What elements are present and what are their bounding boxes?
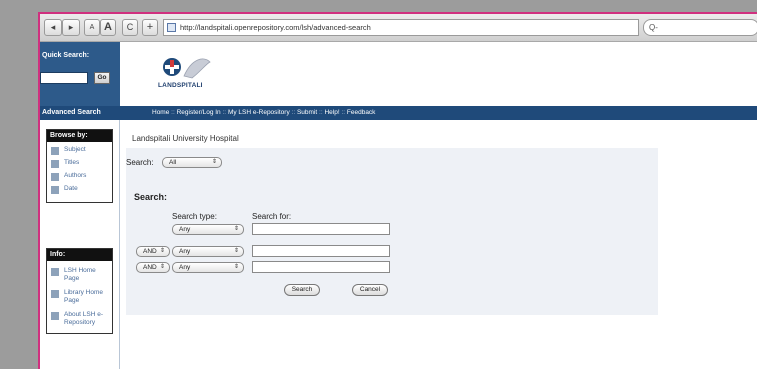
search-type-value: Any bbox=[179, 226, 191, 233]
bullet-icon bbox=[51, 268, 59, 276]
search-for-input-1[interactable] bbox=[252, 223, 390, 235]
bullet-icon bbox=[51, 147, 59, 155]
forward-button[interactable]: ▸ bbox=[62, 19, 80, 36]
favicon-icon bbox=[167, 23, 176, 32]
search-button[interactable]: Search bbox=[284, 284, 320, 296]
browse-title: Browse by: bbox=[47, 130, 112, 142]
nav-item-my-repository[interactable]: My LSH e-Repository bbox=[228, 109, 290, 116]
sidebar-item-authors[interactable]: Authors bbox=[51, 172, 110, 181]
nav-item-help[interactable]: Help! bbox=[324, 109, 339, 116]
operator-value: AND bbox=[143, 264, 157, 271]
sidebar-item-about[interactable]: About LSH e-Repository bbox=[51, 311, 110, 327]
chevron-updown-icon: ⇕ bbox=[159, 248, 165, 254]
quick-search-go-button[interactable]: Go bbox=[94, 72, 110, 84]
nav-separator: :: bbox=[222, 109, 227, 116]
quick-search-input[interactable] bbox=[40, 72, 88, 84]
sidebar-item-date[interactable]: Date bbox=[51, 185, 110, 194]
bullet-icon bbox=[51, 160, 59, 168]
search-type-select-1[interactable]: Any ⇕ bbox=[172, 224, 244, 235]
chevron-updown-icon: ⇕ bbox=[159, 264, 165, 270]
chevron-updown-icon: ⇕ bbox=[233, 226, 239, 232]
sidebar-item-label: Titles bbox=[64, 159, 80, 166]
back-button[interactable]: ◂ bbox=[44, 19, 62, 36]
search-for-input-3[interactable] bbox=[252, 261, 390, 273]
search-type-header: Search type: bbox=[172, 212, 217, 221]
browser-window: ◂ ▸ A A C + http://landspitali.openrepos… bbox=[38, 12, 757, 369]
sidebar-item-label: About LSH e-Repository bbox=[64, 311, 104, 326]
sidebar-item-label: Subject bbox=[64, 146, 86, 153]
nav-item-home[interactable]: Home bbox=[152, 109, 169, 116]
sidebar-item-subject[interactable]: Subject bbox=[51, 146, 110, 155]
nav-separator: :: bbox=[341, 109, 346, 116]
info-title: Info: bbox=[47, 249, 112, 261]
sidebar: Browse by: Subject Titles Authors Date I… bbox=[40, 120, 120, 369]
main-nav: Home :: Register/Log In :: My LSH e-Repo… bbox=[120, 106, 757, 120]
sidebar-item-titles[interactable]: Titles bbox=[51, 159, 110, 168]
sidebar-item-lsh-home[interactable]: LSH Home Page bbox=[51, 267, 110, 283]
sidebar-item-label: Library Home Page bbox=[64, 289, 104, 304]
advanced-search-panel: Search: All ⇕ Search: Search type: Searc… bbox=[126, 148, 658, 315]
chevron-updown-icon: ⇕ bbox=[233, 264, 239, 270]
boolean-operator-select-2[interactable]: AND ⇕ bbox=[136, 246, 170, 257]
nav-separator: :: bbox=[291, 109, 296, 116]
browser-toolbar: ◂ ▸ A A C + http://landspitali.openrepos… bbox=[40, 14, 757, 42]
bullet-icon bbox=[51, 290, 59, 298]
address-bar[interactable]: http://landspitali.openrepository.com/ls… bbox=[163, 19, 639, 36]
logo-text: LANDSPITALI bbox=[158, 82, 203, 89]
search-for-input-2[interactable] bbox=[252, 245, 390, 257]
site-header: LANDSPITALI bbox=[120, 42, 757, 106]
quick-search-panel: Quick Search: Go bbox=[40, 42, 120, 106]
landspitali-logo[interactable]: LANDSPITALI bbox=[156, 54, 212, 98]
chevron-updown-icon: ⇕ bbox=[211, 159, 217, 165]
bullet-icon bbox=[51, 186, 59, 194]
operator-value: AND bbox=[143, 248, 157, 255]
quick-search-label: Quick Search: bbox=[42, 52, 90, 59]
text-larger-button[interactable]: A bbox=[100, 19, 116, 36]
info-box: Info: LSH Home Page Library Home Page Ab… bbox=[46, 248, 113, 334]
nav-separator: :: bbox=[171, 109, 175, 116]
nav-item-feedback[interactable]: Feedback bbox=[347, 109, 376, 116]
reload-button[interactable]: C bbox=[122, 19, 138, 36]
bullet-icon bbox=[51, 173, 59, 181]
search-heading: Search: bbox=[134, 192, 168, 202]
search-type-select-3[interactable]: Any ⇕ bbox=[172, 262, 244, 273]
address-text: http://landspitali.openrepository.com/ls… bbox=[180, 23, 371, 32]
boolean-operator-select-3[interactable]: AND ⇕ bbox=[136, 262, 170, 273]
nav-item-register[interactable]: Register/Log In bbox=[177, 109, 221, 116]
bullet-icon bbox=[51, 312, 59, 320]
page-title: Landspitali University Hospital bbox=[132, 134, 239, 143]
nav-separator: :: bbox=[319, 109, 323, 116]
logo-icon bbox=[163, 58, 211, 79]
text-smaller-button[interactable]: A bbox=[84, 19, 100, 36]
chevron-updown-icon: ⇕ bbox=[233, 248, 239, 254]
nav-item-submit[interactable]: Submit bbox=[297, 109, 317, 116]
search-type-value: Any bbox=[179, 264, 191, 271]
browse-box: Browse by: Subject Titles Authors Date bbox=[46, 129, 113, 203]
scope-value: All bbox=[169, 159, 177, 166]
sidebar-item-library-home[interactable]: Library Home Page bbox=[51, 289, 110, 305]
add-bookmark-button[interactable]: + bbox=[142, 19, 158, 36]
scope-label: Search: bbox=[126, 158, 154, 167]
browser-search-placeholder: Q- bbox=[649, 23, 658, 32]
search-type-value: Any bbox=[179, 248, 191, 255]
scope-select[interactable]: All ⇕ bbox=[162, 157, 222, 168]
search-type-select-2[interactable]: Any ⇕ bbox=[172, 246, 244, 257]
sidebar-item-label: LSH Home Page bbox=[64, 267, 96, 282]
sidebar-item-label: Authors bbox=[64, 172, 87, 179]
nav-advanced-search[interactable]: Advanced Search bbox=[40, 106, 120, 120]
cancel-button[interactable]: Cancel bbox=[352, 284, 388, 296]
search-for-header: Search for: bbox=[252, 212, 292, 221]
sidebar-item-label: Date bbox=[64, 185, 78, 192]
browser-search-field[interactable]: Q- bbox=[643, 19, 757, 36]
